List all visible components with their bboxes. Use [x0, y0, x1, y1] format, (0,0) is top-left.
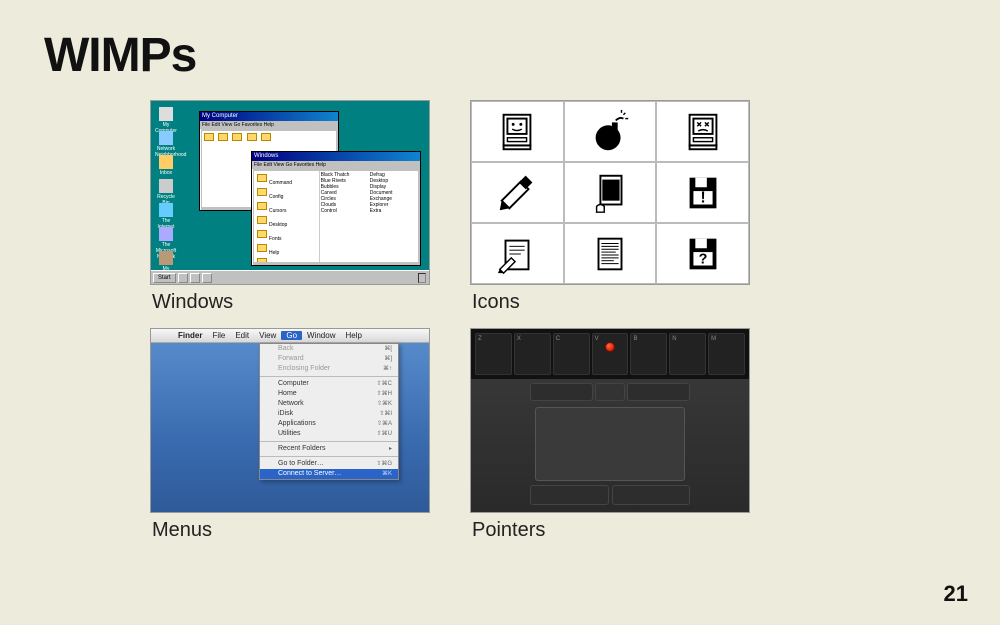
slide-title: WIMPs [44, 28, 196, 83]
menu-item: Go to Folder…⇧⌘G [260, 459, 398, 469]
keyboard-key: N [669, 333, 706, 375]
svg-text:!: ! [700, 189, 705, 206]
caption-menus: Menus [152, 519, 440, 542]
menu-item: Computer⇧⌘C [260, 379, 398, 389]
start-button: Start [153, 273, 176, 283]
menu-item: Home⇧⌘H [260, 389, 398, 399]
wimp-grid: My Computer Network Neighborhood Inbox R… [150, 100, 760, 542]
page-number: 21 [944, 581, 968, 607]
bomb-icon [587, 109, 633, 155]
write-icon [494, 231, 540, 277]
menu-item: Back⌘[ [260, 344, 398, 354]
keyboard-key: X [514, 333, 551, 375]
keyboard-key: V [592, 333, 629, 375]
paint-icon [494, 170, 540, 216]
caption-icons: Icons [472, 291, 760, 314]
cell-icons: ! ? Icons [470, 100, 760, 314]
menus-screenshot: Finder File Edit View Go Window Help Bac… [150, 328, 430, 513]
menu-item: Connect to Server…⌘K [260, 469, 398, 479]
menu-item: Utilities⇧⌘U [260, 429, 398, 439]
svg-text:?: ? [698, 251, 707, 267]
mac-menubar: Finder File Edit View Go Window Help [151, 329, 429, 343]
keyboard-key: M [708, 333, 745, 375]
trackpad [535, 407, 685, 481]
trackpoint-icon [605, 342, 615, 352]
caption-pointers: Pointers [472, 519, 760, 542]
cell-menus: Finder File Edit View Go Window Help Bac… [150, 328, 440, 542]
menu-item: Recent Folders▸ [260, 444, 398, 454]
caption-windows: Windows [152, 291, 440, 314]
menu-item: Network⇧⌘K [260, 399, 398, 409]
menu-item: Applications⇧⌘A [260, 419, 398, 429]
menu-item: iDisk⇧⌘I [260, 409, 398, 419]
go-menu-dropdown: Back⌘[Forward⌘]Enclosing Folder⌘↑ Compute… [259, 343, 399, 480]
cell-windows: My Computer Network Neighborhood Inbox R… [150, 100, 440, 314]
menu-item: Enclosing Folder⌘↑ [260, 364, 398, 374]
pointers-photo: ZXCVBNM [470, 328, 750, 513]
disk-alert-icon: ! [680, 170, 726, 216]
windows-screenshot: My Computer Network Neighborhood Inbox R… [150, 100, 430, 285]
disk-question-icon: ? [680, 231, 726, 277]
keyboard-key: Z [475, 333, 512, 375]
text-document-icon [587, 231, 633, 277]
document-hand-icon [587, 170, 633, 216]
keyboard-key: B [630, 333, 667, 375]
happy-mac-icon [494, 109, 540, 155]
sad-mac-icon [680, 109, 726, 155]
icons-grid: ! ? [470, 100, 750, 285]
keyboard-key: C [553, 333, 590, 375]
menu-item: Forward⌘] [260, 354, 398, 364]
cell-pointers: ZXCVBNM Pointers [470, 328, 760, 542]
